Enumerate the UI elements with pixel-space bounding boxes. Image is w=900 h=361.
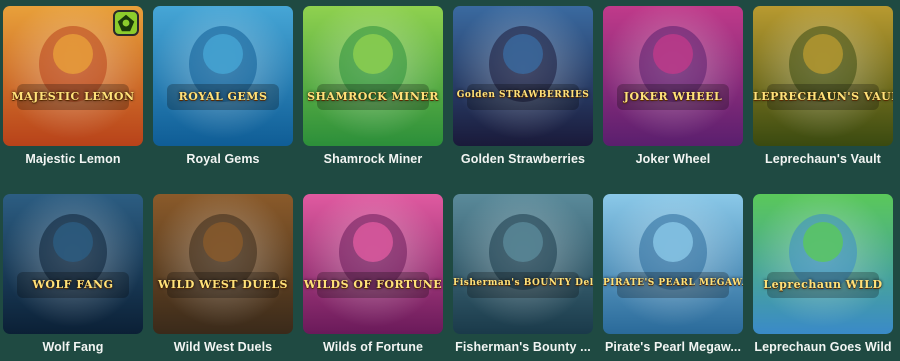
wheel-icon — [603, 6, 743, 146]
game-logo-text: SHAMROCK MINER — [307, 90, 439, 103]
strawberry-icon — [453, 6, 593, 146]
game-title[interactable]: Golden Strawberries — [453, 152, 593, 166]
game-logo-text: Fisherman's BOUNTY Deluxe — [453, 278, 593, 288]
game-tile[interactable]: MAJESTIC LEMON Majestic Lemon — [3, 6, 143, 186]
game-thumbnail[interactable]: SHAMROCK MINER — [303, 6, 443, 146]
cowboy-icon — [153, 194, 293, 334]
pirate-icon — [603, 194, 743, 334]
game-thumbnail[interactable]: PIRATE'S PEARL MEGAWAYS — [603, 194, 743, 334]
game-title[interactable]: Joker Wheel — [603, 152, 743, 166]
game-tile[interactable]: Leprechaun WILD Leprechaun Goes Wild — [753, 194, 893, 361]
game-title[interactable]: Shamrock Miner — [303, 152, 443, 166]
game-logo-text: Golden STRAWBERRIES — [456, 90, 590, 100]
game-title[interactable]: Royal Gems — [153, 152, 293, 166]
game-logo-text: WOLF FANG — [32, 278, 114, 291]
leprechaun-icon — [753, 6, 893, 146]
game-title[interactable]: Wild West Duels — [153, 340, 293, 354]
game-tile[interactable]: SHAMROCK MINER Shamrock Miner — [303, 6, 443, 186]
game-title[interactable]: Fisherman's Bounty ... — [453, 340, 593, 354]
game-thumbnail[interactable]: WILDS OF FORTUNE — [303, 194, 443, 334]
fisherman-icon — [453, 194, 593, 334]
game-thumbnail[interactable]: Leprechaun WILD — [753, 194, 893, 334]
game-tile[interactable]: LEPRECHAUN'S VAULT Leprechaun's Vault — [753, 6, 893, 186]
game-tile[interactable]: WILDS OF FORTUNE Wilds of Fortune — [303, 194, 443, 361]
game-tile[interactable]: JOKER WHEEL Joker Wheel — [603, 6, 743, 186]
game-logo-text: WILDS OF FORTUNE — [303, 278, 443, 291]
game-tile[interactable]: WILD WEST DUELS Wild West Duels — [153, 194, 293, 361]
leprechaun-icon — [753, 194, 893, 334]
game-logo-text: JOKER WHEEL — [623, 90, 723, 103]
game-title[interactable]: Pirate's Pearl Megaw... — [603, 340, 743, 354]
game-thumbnail[interactable]: MAJESTIC LEMON — [3, 6, 143, 146]
crown-icon — [153, 6, 293, 146]
game-title[interactable]: Leprechaun Goes Wild — [753, 340, 893, 354]
game-logo-text: LEPRECHAUN'S VAULT — [753, 90, 893, 103]
game-thumbnail[interactable]: Golden STRAWBERRIES — [453, 6, 593, 146]
game-logo-text: Leprechaun WILD — [763, 278, 883, 291]
leprechaun-icon — [303, 6, 443, 146]
game-logo-text: WILD WEST DUELS — [158, 278, 288, 291]
game-tile[interactable]: Golden STRAWBERRIES Golden Strawberries — [453, 6, 593, 186]
game-thumbnail[interactable]: Fisherman's BOUNTY Deluxe — [453, 194, 593, 334]
fruit-badge-icon — [113, 10, 139, 36]
game-title[interactable]: Wolf Fang — [3, 340, 143, 354]
game-logo-text: PIRATE'S PEARL MEGAWAYS — [603, 278, 743, 288]
game-tile[interactable]: Fisherman's BOUNTY Deluxe Fisherman's Bou… — [453, 194, 593, 361]
game-thumbnail[interactable]: LEPRECHAUN'S VAULT — [753, 6, 893, 146]
game-thumbnail[interactable]: WILD WEST DUELS — [153, 194, 293, 334]
game-title[interactable]: Majestic Lemon — [3, 152, 143, 166]
game-tile[interactable]: ROYAL GEMS Royal Gems — [153, 6, 293, 186]
game-logo-text: ROYAL GEMS — [178, 90, 268, 103]
game-thumbnail[interactable]: JOKER WHEEL — [603, 6, 743, 146]
casino-icon — [303, 194, 443, 334]
game-tile[interactable]: PIRATE'S PEARL MEGAWAYS Pirate's Pearl Me… — [603, 194, 743, 361]
game-title[interactable]: Leprechaun's Vault — [753, 152, 893, 166]
game-title[interactable]: Wilds of Fortune — [303, 340, 443, 354]
game-thumbnail[interactable]: WOLF FANG — [3, 194, 143, 334]
game-tile[interactable]: WOLF FANG Wolf Fang — [3, 194, 143, 361]
game-grid: MAJESTIC LEMON Majestic Lemon ROYAL GEMS Ro… — [3, 6, 893, 361]
game-thumbnail[interactable]: ROYAL GEMS — [153, 6, 293, 146]
wolf-icon — [3, 194, 143, 334]
